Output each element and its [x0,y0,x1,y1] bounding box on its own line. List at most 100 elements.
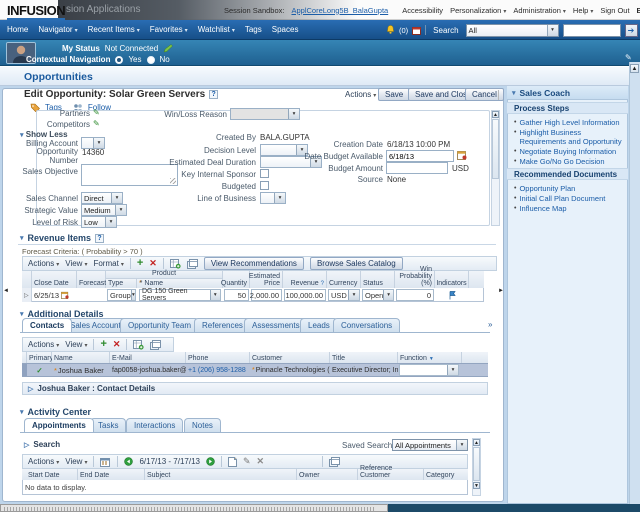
contacts-actions-menu[interactable]: Actions▾ [28,340,59,349]
revenue-close-date-cell[interactable]: 6/25/13 [32,288,77,302]
contacts-col-name[interactable]: Name [52,352,110,363]
nav-spaces[interactable]: Spaces [272,25,299,34]
help-icon[interactable]: ? [209,90,218,99]
tab-contacts[interactable]: Contacts [22,318,72,332]
revenue-forecast-cell[interactable] [77,288,106,302]
contextual-no-radio[interactable] [147,56,155,64]
revenue-quantity-cell[interactable]: 50 [224,289,249,301]
nav-tags[interactable]: Tags [245,25,262,34]
source-value-link[interactable]: None [387,175,406,184]
tab-tasks[interactable]: Tasks [90,418,126,432]
revenue-indicators-cell[interactable] [435,288,469,302]
splitter-right-icon[interactable]: ► [498,288,504,294]
revenue-col-status[interactable]: Status [361,271,395,288]
activity-scrollbar[interactable]: ▲ ▼ [472,438,481,496]
delete-contact-icon[interactable]: ✕ [113,339,121,350]
edit-partners-icon[interactable]: ✎ [93,108,100,117]
contact-phone-link[interactable]: +1 (206) 958-1288 [186,364,250,376]
revenue-col-close-date[interactable]: Close Date [32,271,77,288]
contact-function-select[interactable]: ▾ [399,364,459,376]
sales-channel-select[interactable]: Direct▾ [81,192,123,204]
add-row-icon[interactable]: + [137,259,143,268]
tab-notes[interactable]: Notes [184,418,221,432]
budget-available-input[interactable] [386,150,454,162]
revenue-col-quantity[interactable]: Quantity [223,271,250,288]
process-step-item[interactable]: •Make Go/No Go Decision [514,157,622,166]
revenue-col-win-prob[interactable]: Win Probability (%) [395,271,435,288]
tab-appointments[interactable]: Appointments [24,418,94,432]
line-of-business-select[interactable]: ▾ [260,192,286,204]
budget-amount-input[interactable] [386,162,448,174]
process-step-item[interactable]: •Gather High Level Information [514,118,622,127]
nav-navigator[interactable]: Navigator▾ [38,25,77,34]
tab-opportunity-team[interactable]: Opportunity Team [120,318,199,332]
nav-favorites[interactable]: Favorites▾ [150,25,188,34]
delete-appointment-icon[interactable]: ✕ [257,456,265,467]
sort-icon[interactable]: ▼ [429,356,434,362]
edit-appointment-icon[interactable]: ✎ [243,456,251,467]
appointments-actions-menu[interactable]: Actions▾ [28,457,59,466]
tab-assessments[interactable]: Assessments [244,318,308,332]
bell-icon[interactable] [386,25,395,35]
revenue-col-indicators[interactable]: Indicators [435,271,469,288]
contacts-col-phone[interactable]: Phone [186,352,250,363]
previous-range-icon[interactable] [124,457,133,466]
appointments-search-expander[interactable]: ▷ Search [24,440,60,449]
session-sandbox-link[interactable]: ApplCoreLong5B_BalaGupta [291,6,388,15]
edit-competitors-icon[interactable]: ✎ [93,119,100,128]
scroll-up-icon[interactable]: ▲ [630,64,639,73]
scroll-thumb[interactable] [473,447,480,481]
sales-coach-header[interactable]: ▾ Sales Coach [507,86,628,100]
insert-row-icon[interactable] [170,259,181,269]
actions-menu-button[interactable]: Actions▾ [345,90,376,99]
add-contact-icon[interactable]: + [100,340,106,349]
edit-status-icon[interactable] [163,44,173,53]
help-icon[interactable]: ? [95,234,104,243]
detach-table-icon[interactable] [329,457,340,467]
tab-references[interactable]: References [194,318,251,332]
revenue-est-price-cell[interactable]: 2,000.00 [251,289,282,301]
save-button[interactable]: Save [378,88,410,101]
activity-center-header[interactable]: ▾ Activity Center [20,407,91,417]
appt-col-start-date[interactable]: Start Date [26,469,78,480]
saved-search-select[interactable]: All Appointments ▾ [392,439,468,451]
contextual-yes-radio[interactable] [115,56,123,64]
form-scrollbar[interactable]: ▲ [491,110,500,226]
contacts-col-primary[interactable]: Primary [27,352,52,363]
budgeted-checkbox[interactable] [260,181,269,190]
contacts-col-function[interactable]: Function▼ [398,352,462,363]
revenue-col-type[interactable]: Type [106,279,137,288]
revenue-win-prob-cell[interactable]: 0 [396,289,434,301]
search-input[interactable] [563,24,621,37]
scroll-up-icon[interactable]: ▲ [473,439,480,446]
revenue-col-forecast[interactable]: Forecast [77,271,106,288]
pencil-icon[interactable]: ✎ [625,53,632,62]
revenue-col-revenue[interactable]: Revenue? [283,271,327,288]
appt-col-subject[interactable]: Subject [145,469,297,480]
search-scope-select[interactable]: All ▾ [466,24,559,37]
new-appointment-icon[interactable] [228,457,237,467]
appt-col-reference-customer[interactable]: Reference Customer [358,469,424,480]
accessibility-link[interactable]: Accessibility [402,6,443,15]
recommended-doc-item[interactable]: •Opportunity Plan [514,184,622,193]
calendar-icon[interactable] [412,26,421,35]
revenue-name-select[interactable]: DG 150 Green Servers▾ [139,289,221,301]
appt-col-end-date[interactable]: End Date [78,469,145,480]
nav-home[interactable]: Home [7,25,28,34]
contacts-view-menu[interactable]: View▾ [65,340,87,349]
revenue-status-select[interactable]: Open▾ [362,289,394,301]
appt-col-owner[interactable]: Owner [297,469,358,480]
administration-menu[interactable]: Administration▾ [513,6,566,15]
show-less-toggle[interactable]: ▾ Show Less [20,130,68,139]
contacts-col-title[interactable]: Title [330,352,398,363]
revenue-format-menu[interactable]: Format▾ [93,259,123,268]
revenue-revenue-cell[interactable]: 100,000.00 [284,289,326,301]
scroll-up-icon[interactable]: ▲ [492,111,499,118]
sales-objective-textarea[interactable] [81,164,178,186]
revenue-view-menu[interactable]: View▾ [65,259,87,268]
browse-sales-catalog-button[interactable]: Browse Sales Catalog [310,257,403,270]
recommended-doc-item[interactable]: •Initial Call Plan Document [514,194,622,203]
contact-details-expander[interactable]: ▷ Joshua Baker : Contact Details [22,382,488,395]
revenue-currency-select[interactable]: USD▾ [328,289,360,301]
appt-col-category[interactable]: Category [424,469,468,480]
